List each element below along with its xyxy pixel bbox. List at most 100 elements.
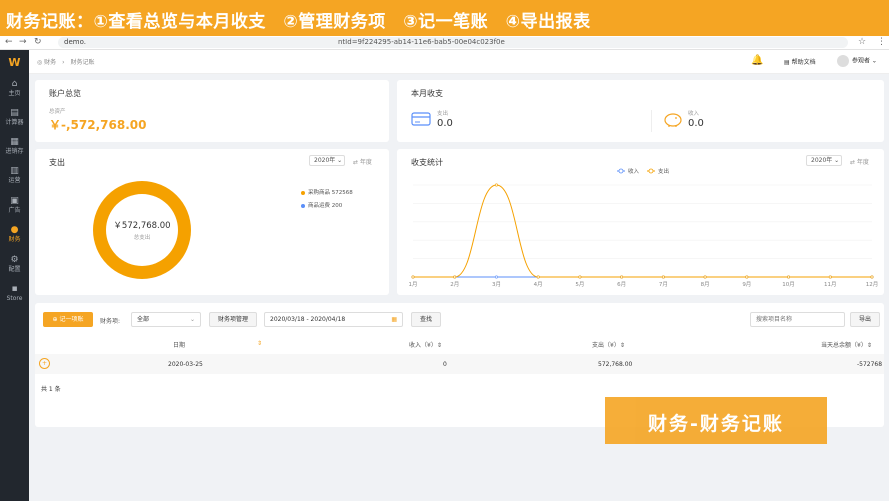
column-header-date[interactable]: 日期 (173, 340, 185, 349)
caption-text: 财务-财务记账 (648, 413, 784, 435)
url-tail: ntId=9f224295-ab14-11e6-bab5-00e04c023f0… (338, 38, 505, 46)
data-point (578, 275, 582, 279)
data-point (828, 275, 832, 279)
donut-total-value: ￥572,768.00 (113, 221, 171, 231)
data-point (870, 275, 874, 279)
sidebar-item-label: 主页 (8, 90, 21, 97)
reload-icon[interactable]: ↻ (34, 37, 42, 47)
card-title: 支出 (49, 158, 65, 167)
record-count: 共 1 条 (41, 386, 61, 393)
account-overview-card: 账户总览 总资产 ￥-,572,768.00 (35, 80, 389, 142)
select-value: 全部 (137, 316, 150, 323)
column-header-balance[interactable]: 当天总余额（¥）⇕ (821, 340, 872, 349)
cell-date: 2020-03-25 (168, 361, 203, 368)
store-icon: ▪ (11, 284, 18, 294)
finance-item-select[interactable]: 全部 ⌄ (131, 312, 201, 327)
legend-label: 支出 (658, 167, 669, 175)
sidebar-item-label: Store (6, 295, 23, 302)
divider (651, 110, 652, 132)
bookmark-star-icon[interactable]: ☆ (858, 37, 866, 47)
year-select[interactable]: 2020年 ⌄ (309, 155, 345, 166)
sort-icon[interactable]: ⇕ (257, 340, 262, 347)
chevron-down-icon: ⌄ (189, 316, 195, 323)
sidebar-item-inventory[interactable]: ▦ 进销存 (0, 134, 29, 162)
app-logo[interactable]: W (7, 56, 22, 69)
data-point (453, 275, 457, 279)
data-point (411, 275, 415, 279)
legend-label: 采购商品 572568 (308, 190, 353, 196)
sidebar-item-ads[interactable]: ▣ 广告 (0, 193, 29, 221)
data-point (745, 275, 749, 279)
home-icon: ⌂ (11, 79, 18, 89)
year-toggle[interactable]: ⇄ 年度 (353, 157, 372, 166)
x-tick-label: 3月 (492, 281, 501, 288)
x-tick-label: 8月 (701, 281, 710, 288)
data-point (620, 275, 624, 279)
user-menu[interactable]: 参观者 ⌄ (837, 55, 877, 67)
series-line-1 (412, 184, 872, 278)
sidebar-item-operations[interactable]: ▥ 运营 (0, 163, 29, 191)
date-range-input[interactable]: 2020/03/18 - 2020/04/18 ▦ (264, 312, 403, 327)
data-point (536, 275, 540, 279)
monthly-summary-card: 本月收支 支出 0.0 收入 0.0 (397, 80, 884, 142)
back-icon[interactable]: ← (5, 37, 13, 47)
sidebar-item-calculator[interactable]: ▤ 计算器 (0, 105, 29, 133)
legend-dot (301, 203, 305, 208)
donut-total-label: 总支出 (133, 235, 151, 241)
table-row[interactable] (35, 354, 884, 374)
column-header-expense[interactable]: 支出（¥）⇕ (592, 340, 625, 349)
sidebar: W ⌂ 主页 ▤ 计算器 ▦ 进销存 ▥ 运营 ▣ 广告 ● 财务 ⚙ 配置 ▪… (0, 50, 29, 501)
expand-row-icon[interactable]: + (39, 358, 50, 369)
calculator-icon: ▤ (10, 108, 19, 118)
x-tick-label: 7月 (659, 281, 668, 288)
add-record-button[interactable]: ⊕ 记一项账 (43, 312, 93, 327)
total-assets-amount: ￥-,572,768.00 (49, 118, 147, 132)
card-wallet-icon (411, 112, 431, 126)
x-tick-label: 6月 (617, 281, 626, 288)
user-name: 参观者 ⌄ (852, 57, 877, 65)
column-header-income[interactable]: 收入（¥）⇕ (409, 340, 442, 349)
sidebar-item-config[interactable]: ⚙ 配置 (0, 252, 29, 280)
url-text: demo. (64, 38, 86, 46)
x-tick-label: 1月 (409, 281, 418, 288)
banner-text: 财务记账：①查看总览与本月收支 ②管理财务项 ③记一笔账 ④导出报表 (6, 12, 591, 32)
breadcrumb[interactable]: ◎ 财务 › 财务记账 (37, 57, 95, 66)
piggy-bank-icon (664, 113, 682, 127)
browser-toolbar: ← → ↻ demo. ntId=9f224295-ab14-11e6-bab5… (0, 36, 889, 50)
browser-menu-icon[interactable]: ⋮ (877, 37, 886, 47)
data-point (494, 275, 498, 279)
search-input[interactable] (750, 312, 845, 327)
legend-item[interactable]: 采购商品 572568 (301, 188, 353, 196)
sidebar-item-home[interactable]: ⌂ 主页 (0, 76, 29, 104)
card-title: 本月收支 (411, 89, 443, 98)
x-tick-label: 9月 (742, 281, 751, 288)
legend-marker (648, 168, 654, 174)
data-point (494, 183, 498, 187)
export-button[interactable]: 导出 (850, 312, 880, 327)
data-point (661, 275, 665, 279)
manage-items-button[interactable]: 财务项管理 (209, 312, 257, 327)
bell-icon[interactable]: 🔔 (751, 55, 763, 66)
x-tick-label: 11月 (824, 281, 837, 288)
cell-expense: 572,768.00 (598, 361, 633, 368)
legend-label: 商品运费 200 (308, 203, 343, 209)
forward-icon[interactable]: → (19, 37, 27, 47)
operations-icon: ▥ (10, 166, 19, 176)
finance-item-label: 财务项: (100, 318, 121, 325)
avatar (837, 55, 849, 67)
sidebar-item-label: 进销存 (5, 148, 24, 155)
gear-icon: ⚙ (10, 255, 19, 265)
finance-icon: ● (10, 225, 19, 235)
expense-value: 0.0 (437, 118, 453, 129)
sidebar-item-finance[interactable]: ● 财务 (0, 222, 29, 250)
legend-dot (301, 190, 305, 195)
legend-marker (618, 168, 624, 174)
x-tick-label: 2月 (450, 281, 459, 288)
sidebar-item-store[interactable]: ▪ Store (0, 281, 29, 309)
legend-item[interactable]: 商品运费 200 (301, 201, 342, 209)
x-tick-label: 4月 (534, 281, 543, 288)
address-bar[interactable]: demo. ntId=9f224295-ab14-11e6-bab5-00e04… (58, 37, 848, 48)
data-point (703, 275, 707, 279)
search-button[interactable]: 查找 (411, 312, 441, 327)
help-docs-link[interactable]: ▤ 帮助文档 (784, 57, 816, 66)
